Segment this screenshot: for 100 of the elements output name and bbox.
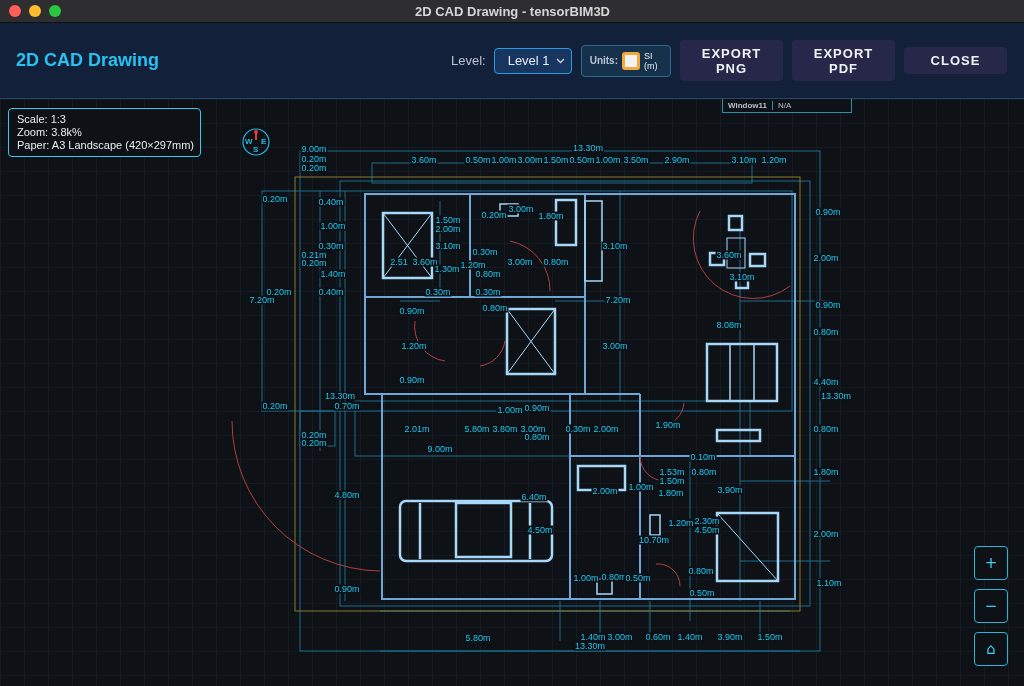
dimension-label: 1.50m	[542, 155, 570, 165]
dimension-label: 8.08m	[715, 320, 743, 330]
dimension-label: 5.80m	[464, 633, 492, 643]
dimension-label: 1.00m	[490, 155, 518, 165]
dimension-label: 0.30m	[564, 424, 592, 434]
dimension-label: 1.50m	[658, 476, 686, 486]
dimension-label: 2.51	[389, 257, 409, 267]
chevron-down-icon	[555, 57, 565, 64]
dimension-label: 0.80m	[474, 269, 502, 279]
dimension-label: 3.80m	[491, 424, 519, 434]
dimension-label: 3.10m	[434, 241, 462, 251]
dimension-label: 0.20m	[300, 438, 328, 448]
compass-direction-label: W	[245, 138, 253, 146]
dimension-label: 0.80m	[481, 303, 509, 313]
export-button[interactable]: EXPORT PDF	[792, 40, 895, 81]
title-block-text: Window11	[727, 101, 769, 110]
dimension-label: 4.50m	[526, 525, 554, 535]
dimension-label: 0.20m	[300, 154, 328, 164]
maximize-window-icon[interactable]	[49, 5, 61, 17]
dimension-label: 7.20m	[604, 295, 632, 305]
home-view-button[interactable]: ⌂	[974, 632, 1008, 666]
dimension-label: 10.70m	[638, 535, 670, 545]
dimension-label: 3.90m	[716, 485, 744, 495]
dimension-label: 13.30m	[324, 391, 356, 401]
dimension-label: 4.40m	[812, 377, 840, 387]
dimension-label: 3.10m	[730, 155, 758, 165]
dimension-label: 1.00m	[627, 482, 655, 492]
dimension-label: 0.90m	[523, 403, 551, 413]
dimension-label: 2.30m	[693, 516, 721, 526]
dimension-label: 0.70m	[333, 401, 361, 411]
dimension-label: 0.90m	[814, 207, 842, 217]
close-window-icon[interactable]	[9, 5, 21, 17]
dimension-label: 0.40m	[317, 287, 345, 297]
dimension-label: 3.10m	[601, 241, 629, 251]
dimension-label: 0.50m	[568, 155, 596, 165]
compass-icon	[242, 128, 270, 156]
dimension-label: 1.00m	[572, 573, 600, 583]
dimension-label: 1.50m	[756, 632, 784, 642]
dimension-label: 1.53m	[658, 467, 686, 477]
dimension-label: 0.30m	[424, 287, 452, 297]
dimension-label: 1.40m	[579, 632, 607, 642]
dimension-label: 0.30m	[471, 247, 499, 257]
export-button[interactable]: EXPORT PNG	[680, 40, 783, 81]
dimension-label: 1.80m	[812, 467, 840, 477]
dimension-label: 3.50m	[622, 155, 650, 165]
dimension-label: 1.40m	[319, 269, 347, 279]
dimension-label: 0.10m	[689, 452, 717, 462]
dimension-label: 3.60m	[410, 155, 438, 165]
dimension-label: 6.40m	[520, 492, 548, 502]
dimension-label: 0.50m	[464, 155, 492, 165]
window-title: 2D CAD Drawing - tensorBIM3D	[414, 3, 611, 19]
dimension-label: 1.90m	[654, 420, 682, 430]
dimension-label: 0.50m	[688, 588, 716, 598]
dimension-label: 9.00m	[300, 144, 328, 154]
dimension-label: 0.60m	[644, 632, 672, 642]
dimension-label: 0.80m	[687, 566, 715, 576]
dimension-label: 9.00m	[426, 444, 454, 454]
minimize-window-icon[interactable]	[29, 5, 41, 17]
dimension-label: 2.00m	[591, 486, 619, 496]
dimension-label: 2.00m	[434, 224, 462, 234]
drawing-info-text: Zoom: 3.8k%	[17, 126, 83, 139]
units-option-label: SI (m)	[644, 50, 659, 71]
dimension-label: 1.20m	[400, 341, 428, 351]
dimension-label: 3.00m	[601, 341, 629, 351]
close-button[interactable]: CLOSE	[904, 47, 1007, 74]
dimension-label: 7.20m	[248, 295, 276, 305]
dimension-label: 13.30m	[820, 391, 852, 401]
dimension-label: 1.20m	[459, 260, 487, 270]
dimension-label: 3.00m	[606, 632, 634, 642]
zoom-out-button[interactable]: −	[974, 589, 1008, 623]
dimension-label: 0.90m	[398, 306, 426, 316]
dimension-label: 0.30m	[317, 241, 345, 251]
dimension-label: 1.10m	[815, 578, 843, 588]
app-title: 2D CAD Drawing	[16, 50, 159, 71]
dimension-label: 1.00m	[319, 221, 347, 231]
dimension-label: 0.80m	[690, 467, 718, 477]
dimension-label: 0.90m	[814, 300, 842, 310]
dimension-label: 0.20m	[261, 401, 289, 411]
dimension-label: 3.00m	[506, 257, 534, 267]
dimension-label: 3.00m	[516, 155, 544, 165]
dimension-label: 1.00m	[496, 405, 524, 415]
dimension-label: 0.80m	[542, 257, 570, 267]
level-dropdown[interactable]: Level 1	[493, 47, 572, 74]
dimension-label: 1.20m	[760, 155, 788, 165]
compass-direction-label: E	[261, 138, 267, 146]
dimension-label: 1.30m	[433, 264, 461, 274]
compass-direction-label: S	[253, 146, 259, 154]
units-checkbox[interactable]	[622, 51, 640, 70]
dimension-label: 0.30m	[474, 287, 502, 297]
dimension-label: 0.20m	[480, 210, 508, 220]
dimension-label: 2.00m	[812, 529, 840, 539]
dimension-label: 1.50m	[434, 215, 462, 225]
dimension-label: 0.50m	[624, 573, 652, 583]
dimension-label: 3.60m	[411, 257, 439, 267]
drawing-info-text: Scale: 1:3	[17, 113, 67, 126]
dimension-label: 2.01m	[403, 424, 431, 434]
zoom-in-button[interactable]: +	[974, 546, 1008, 580]
level-label: Level:	[450, 53, 486, 68]
dimension-label: 0.90m	[398, 375, 426, 385]
dimension-label: 3.10m	[728, 272, 756, 282]
